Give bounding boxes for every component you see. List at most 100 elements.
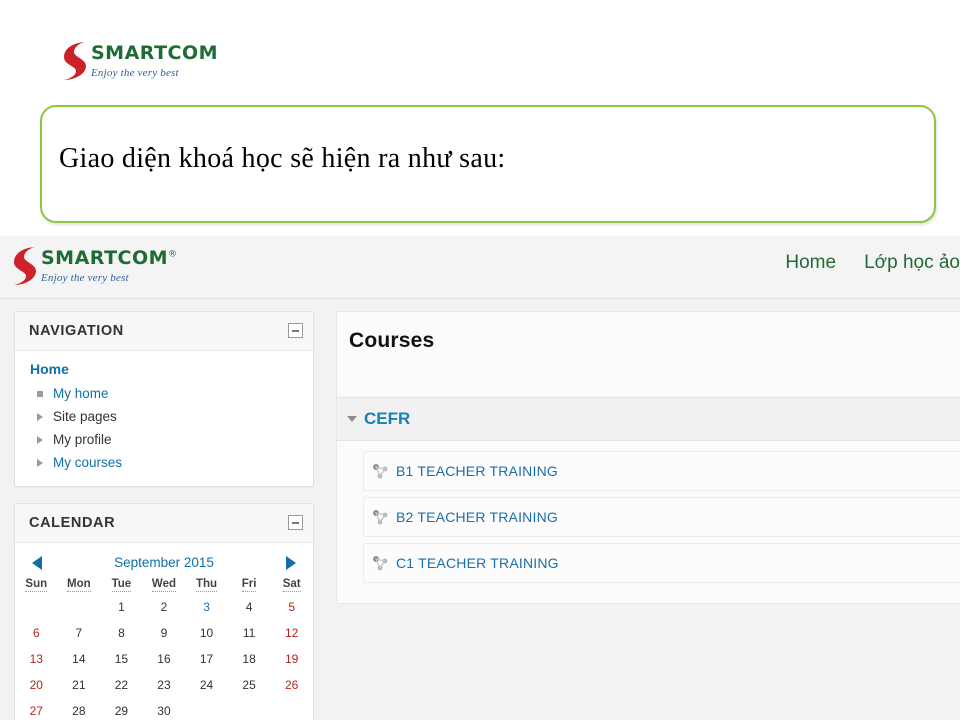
calendar-weekday: Thu xyxy=(195,578,218,592)
course-category-cefr[interactable]: CEFR xyxy=(337,397,960,441)
calendar-day: 30 xyxy=(157,704,171,718)
course-item-b1[interactable]: B1 TEACHER TRAINING xyxy=(363,451,960,491)
main-content: Courses CEFR B1 TEACHER TRAINING B2 TEAC… xyxy=(336,311,960,604)
logo-text: SMARTCOM Enjoy the very best xyxy=(91,40,218,79)
calendar-block-title: CALENDAR xyxy=(29,515,116,531)
calendar-day: 5 xyxy=(288,600,296,614)
nav-link-home[interactable]: Home xyxy=(785,252,836,274)
navigation-block: NAVIGATION Home My home Site pages My pr… xyxy=(14,311,314,487)
calendar-day: 7 xyxy=(75,626,83,640)
slide-root: SMARTCOM Enjoy the very best Giao diện k… xyxy=(0,0,960,720)
chevron-right-icon[interactable] xyxy=(37,435,50,444)
calendar-day: 10 xyxy=(199,626,214,640)
calendar-day: 6 xyxy=(32,626,40,640)
smartcom-logo-top: SMARTCOM Enjoy the very best xyxy=(62,40,218,82)
calendar-block-header: CALENDAR xyxy=(15,504,313,543)
smartcom-logo-moodle[interactable]: SMARTCOM® Enjoy the very best xyxy=(12,245,178,287)
navigation-block-title: NAVIGATION xyxy=(29,323,124,339)
triangle-down-icon[interactable] xyxy=(347,416,357,422)
calendar-day: 17 xyxy=(199,652,214,666)
calendar-day xyxy=(270,698,313,720)
callout-box: Giao diện khoá học sẽ hiện ra như sau: xyxy=(40,105,936,223)
calendar-week-row: 27 28 29 30 xyxy=(15,698,313,720)
calendar-day xyxy=(15,594,58,620)
triangle-left-icon[interactable] xyxy=(32,555,42,570)
course-category-label: CEFR xyxy=(364,409,411,428)
logo-wordmark: SMARTCOM xyxy=(91,42,219,64)
calendar-day: 15 xyxy=(114,652,129,666)
registered-mark-icon: ® xyxy=(168,249,178,260)
course-network-icon xyxy=(372,509,390,525)
calendar-day: 25 xyxy=(242,678,256,692)
course-network-icon xyxy=(372,463,390,479)
calendar-day: 28 xyxy=(72,704,86,718)
course-item-b2[interactable]: B2 TEACHER TRAINING xyxy=(363,497,960,537)
calendar-week-row: 1 2 3 4 5 xyxy=(15,594,313,620)
calendar-weekday: Tue xyxy=(111,578,132,592)
course-item-c1[interactable]: C1 TEACHER TRAINING xyxy=(363,543,960,583)
calendar-weekday: Sun xyxy=(25,578,48,592)
sidebar-item-my-courses[interactable]: My courses xyxy=(37,451,313,474)
sidebar-item-label: My home xyxy=(53,386,109,401)
calendar-day xyxy=(185,698,228,720)
calendar-day: 18 xyxy=(242,652,256,666)
sidebar-item-site-pages[interactable]: Site pages xyxy=(37,405,313,428)
navigation-tree: My home Site pages My profile My courses xyxy=(15,382,313,474)
calendar-day: 12 xyxy=(285,626,299,640)
nav-link-lop-hoc-ao[interactable]: Lớp học ảo xyxy=(864,252,960,274)
course-name: B1 TEACHER TRAINING xyxy=(396,463,558,479)
calendar-day-today[interactable]: 3 xyxy=(185,594,228,620)
course-list: B1 TEACHER TRAINING B2 TEACHER TRAINING xyxy=(337,441,960,603)
smartcom-s-mark-icon xyxy=(62,40,88,82)
calendar-day: 2 xyxy=(160,600,168,614)
sidebar-item-label: My profile xyxy=(53,432,112,447)
sidebar: NAVIGATION Home My home Site pages My pr… xyxy=(14,311,314,720)
calendar-day xyxy=(228,698,271,720)
calendar-day: 20 xyxy=(29,678,43,692)
course-name: C1 TEACHER TRAINING xyxy=(396,555,559,571)
calendar-weekday: Wed xyxy=(151,578,176,592)
calendar-week-row: 13 14 15 16 17 18 19 xyxy=(15,646,313,672)
calendar-month-nav: September 2015 xyxy=(15,553,313,576)
calendar-day: 24 xyxy=(199,678,214,692)
calendar-table: Sun Mon Tue Wed Thu Fri Sat 1 2 3 4 5 6 … xyxy=(15,576,313,720)
triangle-right-icon[interactable] xyxy=(285,555,296,570)
course-network-icon xyxy=(372,555,390,571)
sidebar-item-label: My courses xyxy=(53,455,123,470)
main-spacer xyxy=(337,353,960,397)
calendar-day: 1 xyxy=(118,600,125,614)
calendar-week-row: 20 21 22 23 24 25 26 xyxy=(15,672,313,698)
moodle-body: NAVIGATION Home My home Site pages My pr… xyxy=(0,299,960,720)
calendar-block-content: September 2015 Sun Mon Tue Wed Thu Fri S… xyxy=(15,543,313,720)
logo-wordmark: SMARTCOM® xyxy=(41,247,178,269)
chevron-right-icon[interactable] xyxy=(37,412,50,421)
navigation-block-content: Home My home Site pages My profile My co… xyxy=(15,351,313,486)
calendar-day xyxy=(58,594,101,620)
sidebar-item-my-home[interactable]: My home xyxy=(37,382,313,405)
minus-square-icon[interactable] xyxy=(288,323,303,338)
logo-text: SMARTCOM® Enjoy the very best xyxy=(41,245,178,284)
course-name: B2 TEACHER TRAINING xyxy=(396,509,558,525)
calendar-weekday: Mon xyxy=(67,578,91,592)
calendar-day: 14 xyxy=(72,652,86,666)
minus-square-icon[interactable] xyxy=(288,515,303,530)
smartcom-s-mark-icon xyxy=(12,245,38,287)
calendar-week-row: 6 7 8 9 10 11 12 xyxy=(15,620,313,646)
calendar-day: 29 xyxy=(114,704,129,718)
sidebar-item-home[interactable]: Home xyxy=(15,361,313,382)
calendar-weeks: 1 2 3 4 5 6 7 8 9 10 11 12 13 14 15 16 1… xyxy=(15,594,313,720)
calendar-day: 11 xyxy=(242,626,256,640)
calendar-day: 9 xyxy=(160,626,168,640)
chevron-right-icon[interactable] xyxy=(37,458,50,467)
calendar-month-label[interactable]: September 2015 xyxy=(114,555,214,570)
moodle-top-nav: Home Lớp học ảo xyxy=(785,252,960,274)
calendar-day: 27 xyxy=(29,704,43,718)
calendar-day: 4 xyxy=(245,600,253,614)
page-title: Courses xyxy=(349,329,435,352)
sidebar-item-my-profile[interactable]: My profile xyxy=(37,428,313,451)
moodle-header: SMARTCOM® Enjoy the very best Home Lớp h… xyxy=(0,236,960,299)
calendar-day: 8 xyxy=(118,626,125,640)
slide-top-section: SMARTCOM Enjoy the very best Giao diện k… xyxy=(0,0,960,236)
logo-tagline: Enjoy the very best xyxy=(91,67,179,79)
calendar-day: 26 xyxy=(285,678,299,692)
